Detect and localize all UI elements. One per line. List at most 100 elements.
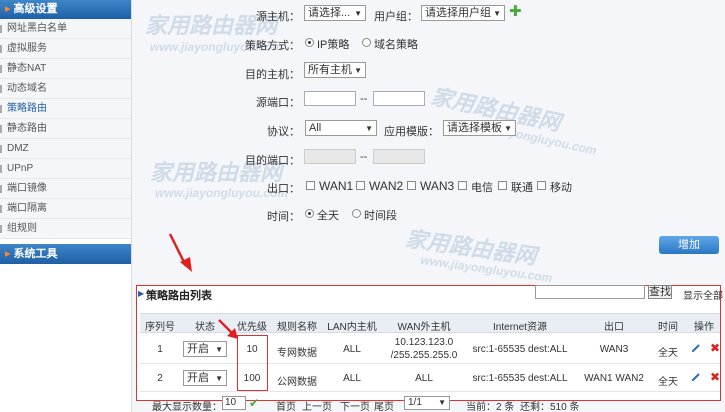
current-count: 当前：2 条	[466, 402, 515, 412]
dropdown-arrow-icon: ▼	[504, 124, 512, 133]
sidebar-section-title: 高级设置	[13, 3, 58, 15]
src-host-select[interactable]: 请选择... ▼	[304, 5, 366, 21]
dropdown-arrow-icon: ▼	[354, 9, 362, 18]
src-host-label: 源主机：	[256, 11, 300, 23]
policy-domain-radio[interactable]	[362, 38, 371, 47]
policy-ip-label: IP策略	[317, 39, 350, 51]
src-port-start-input[interactable]	[304, 91, 356, 106]
row2-lan-host: ALL	[343, 373, 361, 384]
row1-status-value: 开启	[187, 343, 209, 355]
sidebar-section-advanced[interactable]: ▸ 高级设置	[0, 0, 131, 19]
time-all-label: 全天	[317, 210, 339, 222]
dropdown-arrow-icon: ▼	[365, 124, 373, 133]
sidebar-item-policy-routing[interactable]: 策略路由	[0, 99, 131, 119]
col-header-seq: 序列号	[145, 322, 175, 333]
user-group-select[interactable]: 请选择用户组 ▼	[421, 5, 505, 21]
policy-mode-label: 策略方式：	[245, 40, 300, 52]
sidebar-item-url-list[interactable]: 网址黑白名单	[0, 19, 131, 39]
exit-wan1-label: WAN1	[319, 179, 354, 193]
exit-mobile-label: 移动	[550, 182, 572, 194]
exit-telecom-checkbox[interactable]	[458, 181, 467, 190]
annotation-arrow-icon	[168, 233, 192, 272]
time-label: 时间：	[267, 211, 300, 223]
exit-telecom-label: 电信	[471, 182, 493, 194]
row2-status-value: 开启	[187, 372, 209, 384]
show-all-link[interactable]: 显示全部	[683, 287, 723, 302]
protocol-label: 协议：	[267, 126, 300, 138]
row1-rule-name: 专网数据	[277, 348, 317, 359]
src-port-label: 源端口：	[256, 97, 300, 109]
user-group-label: 用户组：	[374, 11, 418, 23]
range-separator: --	[360, 151, 368, 163]
exit-mobile-checkbox[interactable]	[537, 181, 546, 190]
add-user-group-icon[interactable]: ✚	[509, 4, 522, 19]
dst-host-select[interactable]: 所有主机 ▼	[304, 62, 366, 78]
row1-lan-host: ALL	[343, 344, 361, 355]
protocol-select[interactable]: All ▼	[305, 120, 377, 136]
sidebar-item-port-mirror[interactable]: 端口镜像	[0, 179, 131, 199]
edit-icon[interactable]	[691, 343, 701, 353]
sidebar-item-static-routing[interactable]: 静态路由	[0, 119, 131, 139]
delete-icon[interactable]: ✖	[710, 342, 720, 354]
dropdown-arrow-icon: ▼	[354, 66, 362, 75]
row2-wan-host: ALL	[415, 373, 433, 384]
last-page-link[interactable]: 尾页	[374, 398, 394, 412]
col-header-exit: 出口	[604, 322, 624, 333]
max-display-input[interactable]: 10	[222, 396, 246, 410]
row1-wan-host-line2: /255.255.255.0	[390, 350, 458, 361]
dst-port-start-input[interactable]	[304, 149, 356, 164]
time-range-radio[interactable]	[352, 209, 361, 218]
page-select[interactable]: 1/1 ▼	[404, 396, 450, 410]
next-page-link[interactable]: 下一页	[340, 398, 370, 412]
exit-wan2-checkbox[interactable]	[356, 181, 365, 190]
policy-ip-radio[interactable]	[305, 38, 314, 47]
exit-unicom-label: 联通	[511, 182, 533, 194]
row1-status-select[interactable]: 开启 ▼	[183, 341, 227, 357]
list-title: 策略路由列表	[146, 290, 212, 302]
sidebar-item-ddns[interactable]: 动态域名	[0, 79, 131, 99]
delete-icon[interactable]: ✖	[710, 371, 720, 383]
search-button[interactable]: 查找	[648, 285, 672, 299]
sidebar-item-upnp[interactable]: UPnP	[0, 159, 131, 179]
sidebar-section-tools[interactable]: ▸ 系统工具	[0, 244, 131, 264]
sidebar-item-virtual-service[interactable]: 虚拟服务	[0, 39, 131, 59]
exit-wan3-checkbox[interactable]	[407, 181, 416, 190]
row1-exit: WAN3	[599, 344, 629, 355]
first-page-link[interactable]: 首页	[276, 398, 296, 412]
src-port-end-input[interactable]	[373, 91, 425, 106]
row2-seq: 2	[157, 373, 163, 384]
row1-internet: src:1-65535 dest:ALL	[472, 344, 568, 355]
time-all-radio[interactable]	[305, 209, 314, 218]
exit-unicom-checkbox[interactable]	[498, 181, 507, 190]
dst-host-label: 目的主机：	[245, 69, 300, 81]
exit-wan3-label: WAN3	[420, 179, 455, 193]
row-divider	[140, 391, 720, 392]
section-marker-icon: ▸	[5, 248, 11, 260]
exit-wan1-checkbox[interactable]	[306, 181, 315, 190]
row1-seq: 1	[157, 344, 163, 355]
row-divider	[140, 363, 720, 364]
dst-port-end-input[interactable]	[373, 149, 425, 164]
dst-host-value: 所有主机	[308, 64, 352, 76]
row1-wan-host-line1: 10.123.123.0	[394, 337, 454, 348]
row2-internet: src:1-65535 dest:ALL	[472, 373, 568, 384]
sidebar-item-dmz[interactable]: DMZ	[0, 139, 131, 159]
sidebar-item-group-rules[interactable]: 组规则	[0, 219, 131, 239]
prev-page-link[interactable]: 上一页	[302, 398, 332, 412]
sidebar-item-static-nat[interactable]: 静态NAT	[0, 59, 131, 79]
row2-status-select[interactable]: 开启 ▼	[183, 370, 227, 386]
max-display-label: 最大显示数量：	[152, 402, 222, 412]
search-input[interactable]	[535, 285, 645, 299]
confirm-icon[interactable]: ✔	[249, 396, 259, 410]
edit-icon[interactable]	[691, 372, 701, 382]
dst-port-label: 目的端口：	[245, 155, 300, 167]
dropdown-arrow-icon: ▼	[215, 374, 223, 383]
app-template-select[interactable]: 请选择模板 ▼	[443, 120, 516, 136]
range-separator: --	[360, 93, 368, 105]
app-template-value: 请选择模板	[447, 122, 502, 134]
dropdown-arrow-icon: ▼	[215, 345, 223, 354]
add-button[interactable]: 增加	[659, 236, 719, 254]
remaining-count: 还剩：510 条	[520, 402, 580, 412]
sidebar-item-port-isolation[interactable]: 端口隔离	[0, 199, 131, 219]
col-header-rule-name: 规则名称	[277, 322, 317, 333]
